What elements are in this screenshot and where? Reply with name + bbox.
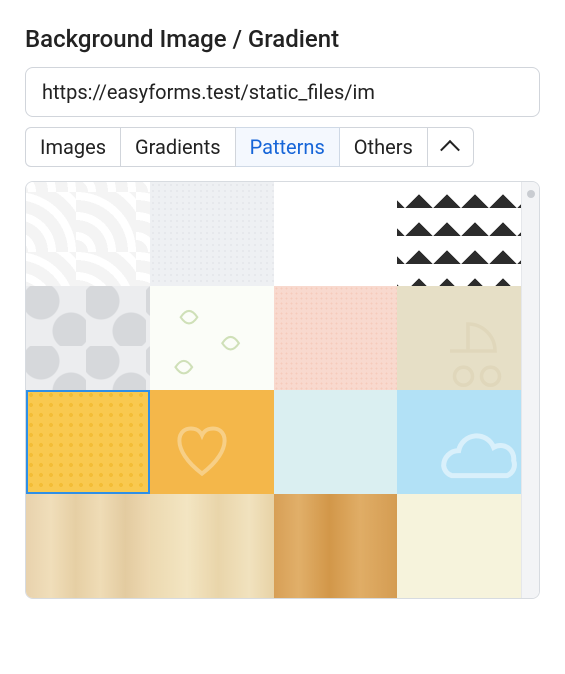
tab-images[interactable]: Images — [25, 127, 121, 167]
pattern-dots-light[interactable] — [150, 182, 274, 286]
pattern-wood-medium[interactable] — [274, 494, 398, 598]
pattern-gallery — [25, 181, 540, 599]
pattern-waves-light[interactable] — [26, 182, 150, 286]
pattern-peach-dots[interactable] — [274, 286, 398, 390]
collapse-button[interactable] — [428, 127, 474, 167]
tab-label: Images — [40, 135, 106, 159]
pattern-quatrefoil[interactable] — [26, 286, 150, 390]
scroll-indicator — [527, 190, 535, 198]
pattern-cloud-blue[interactable] — [397, 390, 521, 494]
tab-others[interactable]: Others — [340, 127, 428, 167]
background-url-input[interactable] — [25, 67, 540, 117]
tab-label: Others — [354, 135, 413, 159]
pattern-diagonal-dark[interactable] — [397, 182, 521, 286]
pattern-cream-plain[interactable] — [397, 494, 521, 598]
tab-bar: Images Gradients Patterns Others — [25, 127, 540, 167]
pattern-heart-orange[interactable] — [150, 390, 274, 494]
tab-label: Gradients — [135, 135, 221, 159]
tab-label: Patterns — [250, 135, 325, 159]
pattern-wood-light-1[interactable] — [26, 494, 150, 598]
pattern-stroller-beige[interactable] — [397, 286, 521, 390]
tab-gradients[interactable]: Gradients — [121, 127, 236, 167]
section-title: Background Image / Gradient — [25, 25, 540, 53]
pattern-yellow-dots[interactable] — [26, 390, 150, 494]
pattern-leaves[interactable] — [150, 286, 274, 390]
tab-patterns[interactable]: Patterns — [236, 127, 340, 167]
pattern-wood-light-2[interactable] — [150, 494, 274, 598]
gallery-scrollbar[interactable] — [521, 182, 539, 598]
pattern-plain-white[interactable] — [274, 182, 398, 286]
chevron-up-icon — [440, 140, 460, 160]
pattern-pale-blue[interactable] — [274, 390, 398, 494]
